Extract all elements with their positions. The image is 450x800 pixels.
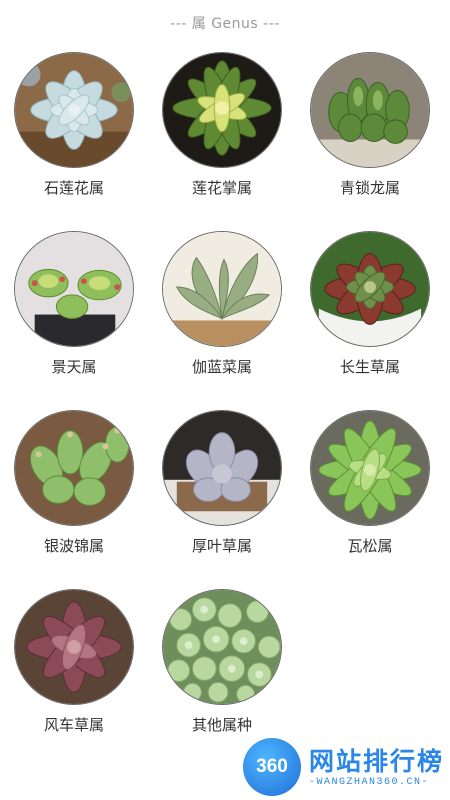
genus-item-sedum[interactable]: 景天属	[0, 231, 148, 378]
genus-image	[162, 52, 282, 168]
watermark-text: 网站排行榜 -WANGZHAN360.CN-	[309, 747, 444, 788]
genus-image	[310, 410, 430, 526]
genus-label: 其他属种	[191, 716, 252, 734]
genus-image	[14, 589, 134, 705]
genus-image	[162, 589, 282, 705]
watermark-name: 网站排行榜	[308, 746, 444, 776]
genus-item-echeveria[interactable]: 石莲花属	[0, 52, 148, 199]
genus-label: 景天属	[51, 358, 97, 376]
genus-label: 石莲花属	[43, 179, 104, 197]
genus-item-sempervivum[interactable]: 长生草属	[296, 231, 444, 378]
genus-item-cotyledon[interactable]: 银波锦属	[0, 410, 148, 557]
genus-label: 莲花掌属	[191, 179, 252, 197]
genus-label: 风车草属	[43, 716, 104, 734]
genus-image	[14, 231, 134, 347]
genus-item-graptopetalum[interactable]: 风车草属	[0, 589, 148, 736]
genus-item-orostachys[interactable]: 瓦松属	[296, 410, 444, 557]
watermark: 360 网站排行榜 -WANGZHAN360.CN-	[242, 738, 444, 796]
genus-label: 瓦松属	[347, 537, 393, 555]
genus-item-crassula[interactable]: 青锁龙属	[296, 52, 444, 199]
genus-label: 长生草属	[339, 358, 400, 376]
genus-image	[310, 231, 430, 347]
genus-image	[162, 231, 282, 347]
genus-item-kalanchoe[interactable]: 伽蓝菜属	[148, 231, 296, 378]
section-title: --- 属 Genus ---	[170, 16, 280, 32]
genus-label: 厚叶草属	[191, 537, 252, 555]
genus-image	[310, 52, 430, 168]
genus-item-others[interactable]: 其他属种	[148, 589, 296, 736]
watermark-logo: 360	[242, 738, 301, 796]
watermark-domain: -WANGZHAN360.CN-	[308, 776, 429, 788]
genus-label: 伽蓝菜属	[191, 358, 252, 376]
genus-image	[14, 52, 134, 168]
genus-image	[14, 410, 134, 526]
genus-label: 银波锦属	[43, 537, 104, 555]
genus-item-aeonium[interactable]: 莲花掌属	[148, 52, 296, 199]
genus-grid: 石莲花属 莲花掌属 青锁龙属 景天属 伽蓝菜属 长生草属 银波锦属 厚叶草属 瓦…	[0, 52, 450, 736]
genus-item-pachyphytum[interactable]: 厚叶草属	[148, 410, 296, 557]
genus-label: 青锁龙属	[339, 179, 400, 197]
genus-page: --- 属 Genus --- 石莲花属 莲花掌属 青锁龙属 景天属 伽蓝菜属 …	[0, 0, 450, 800]
genus-image	[162, 410, 282, 526]
